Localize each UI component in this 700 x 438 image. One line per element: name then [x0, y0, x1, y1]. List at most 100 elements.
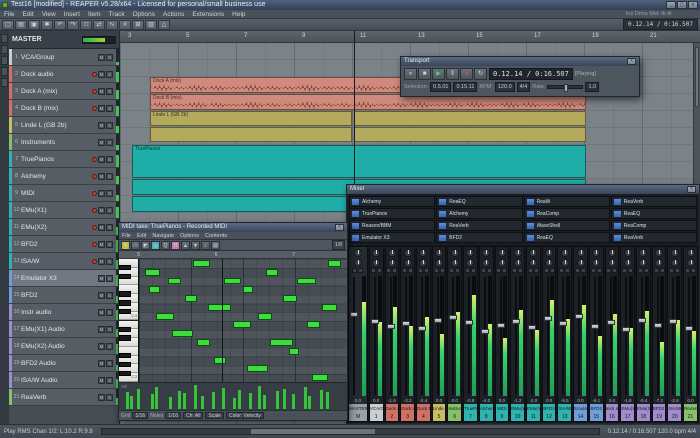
note-length-dropdown[interactable]: 1/8: [332, 240, 345, 250]
velocity-bar[interactable]: [326, 392, 329, 409]
maximize-button[interactable]: ▢: [677, 1, 687, 9]
mute-button[interactable]: M: [98, 54, 105, 61]
mixer-strip[interactable]: 0.0Linde L5: [432, 246, 447, 422]
scale-dropdown[interactable]: Scale: [205, 412, 224, 419]
solo-button[interactable]: S: [106, 343, 113, 350]
strip-solo-button[interactable]: [471, 268, 476, 273]
solo-button[interactable]: S: [106, 326, 113, 333]
strip-mute-button[interactable]: [622, 268, 627, 273]
mute-button[interactable]: M: [98, 139, 105, 146]
transport-time-display[interactable]: 0.12.14 / 0:16.507: [489, 68, 573, 80]
mute-button[interactable]: M: [98, 71, 105, 78]
go-to-start-button[interactable]: «: [404, 68, 417, 80]
strip-solo-button[interactable]: [597, 268, 602, 273]
fx-enable-button[interactable]: [351, 210, 360, 218]
playrate-slider[interactable]: [547, 85, 583, 89]
strip-solo-button[interactable]: [358, 268, 363, 273]
send-knob[interactable]: [639, 249, 647, 257]
strip-mute-button[interactable]: [654, 268, 659, 273]
fx-enable-button[interactable]: [351, 234, 360, 242]
horizontal-scrollbar[interactable]: [101, 428, 600, 435]
velocity-bar[interactable]: [308, 396, 311, 409]
pan-knob[interactable]: [466, 259, 474, 267]
mute-button[interactable]: M: [98, 258, 105, 265]
mixer-toggle-button[interactable]: ▥: [145, 20, 157, 30]
track-row[interactable]: 1VCA/GroupMS: [9, 49, 119, 66]
close-icon[interactable]: ×: [627, 58, 636, 65]
dock-tab-4[interactable]: [1, 67, 8, 76]
piano-black-key[interactable]: [119, 291, 131, 296]
fx-enable-button[interactable]: [351, 198, 360, 206]
midi-note[interactable]: [243, 286, 253, 293]
send-knob[interactable]: [388, 249, 396, 257]
mixer-titlebar[interactable]: Mixer ×: [347, 185, 699, 194]
mute-button[interactable]: M: [98, 122, 105, 129]
piano-black-key[interactable]: [119, 327, 131, 332]
solo-button[interactable]: S: [106, 360, 113, 367]
solo-button[interactable]: S: [106, 88, 113, 95]
strip-solo-button[interactable]: [691, 268, 696, 273]
piano-black-key[interactable]: [119, 371, 131, 376]
fader-handle[interactable]: [654, 323, 662, 328]
send-knob[interactable]: [687, 249, 695, 257]
strip-mute-button[interactable]: [559, 268, 564, 273]
velocity-bar[interactable]: [292, 394, 295, 409]
fx-enable-button[interactable]: [438, 210, 447, 218]
mixer-strip[interactable]: -7.2BFD2 Audio19: [652, 246, 667, 422]
strip-mute-button[interactable]: [528, 268, 533, 273]
mute-button[interactable]: M: [98, 275, 105, 282]
send-knob[interactable]: [545, 249, 553, 257]
mute-button[interactable]: M: [98, 343, 105, 350]
arrange-item[interactable]: TruePianos: [132, 145, 586, 178]
horizontal-scrollbar-thumb[interactable]: [251, 429, 375, 434]
track-row[interactable]: 8AlchemyMS: [9, 168, 119, 185]
strip-mute-button[interactable]: [685, 268, 690, 273]
midi-menu-edit[interactable]: Edit: [134, 232, 149, 240]
strip-solo-button[interactable]: [502, 268, 507, 273]
mute-button[interactable]: M: [98, 326, 105, 333]
send-knob[interactable]: [451, 249, 459, 257]
midi-note[interactable]: [185, 295, 197, 302]
track-row[interactable]: 12BFD2MS: [9, 236, 119, 253]
dock-tab-3[interactable]: [1, 56, 8, 65]
strip-solo-button[interactable]: [377, 268, 382, 273]
menu-item-insert[interactable]: Insert: [60, 10, 84, 19]
solo-button[interactable]: S: [106, 292, 113, 299]
strip-mute-button[interactable]: [418, 268, 423, 273]
pan-knob[interactable]: [388, 259, 396, 267]
fader-handle[interactable]: [638, 318, 646, 323]
solo-button[interactable]: S: [106, 309, 113, 316]
strip-solo-button[interactable]: [675, 268, 680, 273]
send-knob[interactable]: [671, 249, 679, 257]
send-knob[interactable]: [354, 249, 362, 257]
time-signature-field[interactable]: 4/4: [517, 82, 531, 92]
fader-handle[interactable]: [387, 324, 395, 329]
mute-button[interactable]: M: [98, 309, 105, 316]
quantize-button[interactable]: Q: [161, 241, 170, 250]
open-project-button[interactable]: ▤: [15, 20, 27, 30]
fx-enable-button[interactable]: [613, 222, 622, 230]
fx-enable-button[interactable]: [438, 234, 447, 242]
fader-handle[interactable]: [512, 319, 520, 324]
mixer-strip[interactable]: 0.0Emulator X314: [573, 246, 588, 422]
velocity-bar[interactable]: [258, 386, 261, 409]
strip-solo-button[interactable]: [628, 268, 633, 273]
mixer-strip[interactable]: 0.0Instr audio16: [605, 246, 620, 422]
midi-note[interactable]: [297, 278, 316, 285]
fader-handle[interactable]: [449, 315, 457, 320]
pan-knob[interactable]: [372, 259, 380, 267]
select-tool-button[interactable]: ▭: [131, 241, 140, 250]
record-arm-button[interactable]: [92, 242, 97, 247]
strip-mute-button[interactable]: [371, 268, 376, 273]
grid-toggle-button[interactable]: ⊞: [132, 20, 144, 30]
fx-slot[interactable]: ReaVerb: [611, 232, 697, 243]
strip-solo-button[interactable]: [392, 268, 397, 273]
fx-slot[interactable]: Alchemy: [349, 196, 435, 207]
strip-solo-button[interactable]: [644, 268, 649, 273]
solo-button[interactable]: S: [106, 71, 113, 78]
velocity-bar[interactable]: [194, 385, 197, 409]
fader-handle[interactable]: [591, 324, 599, 329]
velocity-bar[interactable]: [130, 396, 133, 409]
record-arm-button[interactable]: [92, 259, 97, 264]
midi-note[interactable]: [247, 365, 268, 372]
